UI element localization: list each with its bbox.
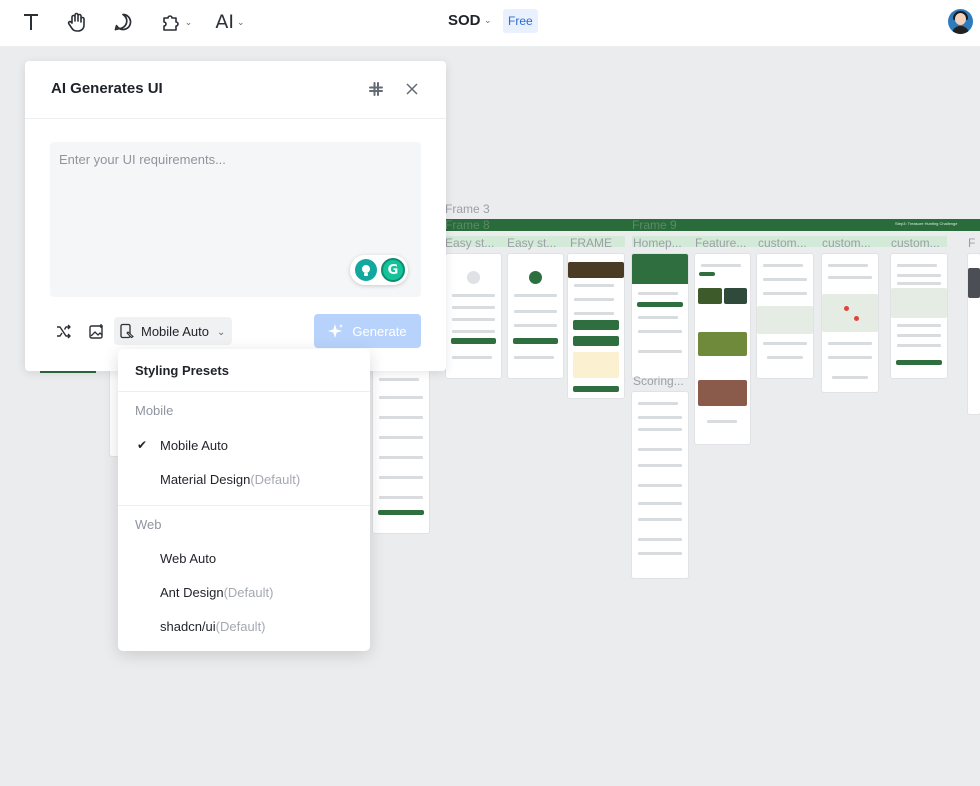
menu-item-label: Mobile Auto <box>160 437 228 453</box>
frame-thumbnail[interactable] <box>632 254 688 378</box>
frame-thumbnail[interactable] <box>822 254 878 392</box>
menu-item-material-design[interactable]: Material Design (Default) <box>118 463 370 495</box>
frame-label[interactable]: Easy st... <box>445 236 494 250</box>
menu-group-web: Web <box>135 517 162 532</box>
slack-button[interactable] <box>366 79 386 99</box>
frame-label[interactable]: custom... <box>822 236 871 250</box>
menu-item-label: shadcn/ui <box>160 618 216 634</box>
menu-item-suffix: (Default) <box>223 584 274 600</box>
frame-label[interactable]: Scoring... <box>633 374 684 388</box>
plan-badge[interactable]: Free <box>503 9 538 33</box>
panel-divider <box>25 118 446 119</box>
device-style-icon <box>120 323 134 339</box>
sparkle-icon <box>328 323 344 339</box>
shuffle-button[interactable] <box>52 320 74 342</box>
frame-label[interactable]: Homep... <box>633 236 682 250</box>
frame-label[interactable]: Frame 9 <box>632 218 677 232</box>
text-icon <box>24 14 38 30</box>
menu-item-label: Ant Design <box>160 584 224 600</box>
comment-tool-button[interactable] <box>110 8 136 36</box>
writing-assistant-badge[interactable]: G <box>350 255 408 285</box>
ai-generate-panel: AI Generates UI G <box>25 61 446 371</box>
menu-item-label: Web Auto <box>160 550 217 566</box>
frame-thumbnail[interactable] <box>695 254 750 444</box>
menu-item-shadcn-ui[interactable]: shadcn/ui (Default) <box>118 610 370 642</box>
frame-label[interactable]: Easy st... <box>507 236 556 250</box>
document-name[interactable]: SOD <box>448 12 481 29</box>
ai-menu-label: AI <box>215 11 235 33</box>
menu-divider <box>118 391 370 392</box>
ai-menu-button[interactable]: AI ⌄ <box>212 8 248 36</box>
generate-button[interactable]: Generate <box>314 314 421 348</box>
frame-thumbnail[interactable] <box>757 254 813 378</box>
menu-divider <box>118 505 370 506</box>
preset-select-label: Mobile Auto <box>141 323 209 339</box>
frame-label[interactable]: custom... <box>891 236 940 250</box>
close-icon <box>406 83 418 95</box>
panel-title: AI Generates UI <box>51 80 163 97</box>
frame-thumbnail[interactable] <box>508 254 563 378</box>
frame-label[interactable]: Frame 3 <box>445 202 490 216</box>
plugins-menu-button[interactable]: ⌄ <box>156 8 196 36</box>
comment-icon <box>114 13 132 31</box>
frame-thumbnail[interactable] <box>632 392 688 578</box>
chevron-down-icon: ⌄ <box>216 326 226 338</box>
text-tool-button[interactable] <box>18 8 44 36</box>
avatar-face <box>955 13 966 25</box>
menu-item-mobile-auto[interactable]: ✔ Mobile Auto <box>118 429 370 461</box>
top-toolbar: ⌄ AI ⌄ SOD ⌄ Free <box>0 0 980 46</box>
frame-thumbnail[interactable] <box>446 254 501 378</box>
checkmark-icon: ✔ <box>137 438 148 452</box>
chevron-down-icon[interactable]: ⌄ <box>484 15 492 26</box>
menu-item-suffix: (Default) <box>215 618 266 634</box>
slack-icon <box>369 82 383 96</box>
chevron-down-icon: ⌄ <box>184 16 193 27</box>
frame-label[interactable]: Feature... <box>695 236 746 250</box>
frame-thumbnail[interactable] <box>568 254 624 398</box>
menu-group-mobile: Mobile <box>135 403 174 418</box>
lightbulb-icon[interactable] <box>355 259 377 281</box>
image-upload-button[interactable] <box>85 320 107 342</box>
frame-label[interactable]: F <box>968 236 975 250</box>
menu-item-ant-design[interactable]: Ant Design (Default) <box>118 576 370 608</box>
frame-label[interactable]: custom... <box>758 236 807 250</box>
menu-title: Styling Presets <box>135 363 229 378</box>
menu-item-suffix: (Default) <box>250 471 301 487</box>
frame-thumbnail[interactable] <box>968 254 980 414</box>
banner-text: Step3: Treasure Hunting Challenge <box>895 221 958 226</box>
menu-item-label: Material Design <box>160 471 251 487</box>
styling-preset-select[interactable]: Mobile Auto ⌄ <box>114 317 232 345</box>
generate-button-label: Generate <box>352 323 407 339</box>
avatar-body <box>952 26 969 34</box>
styling-presets-menu: Styling Presets Mobile ✔ Mobile Auto Mat… <box>118 349 370 651</box>
frame-thumbnail[interactable] <box>891 254 947 378</box>
grammarly-icon[interactable]: G <box>381 258 405 282</box>
frame-thumbnail[interactable] <box>373 366 429 533</box>
avatar[interactable] <box>948 9 973 34</box>
close-button[interactable] <box>402 79 422 99</box>
hand-icon <box>67 12 85 32</box>
chevron-down-icon: ⌄ <box>237 16 245 27</box>
menu-item-web-auto[interactable]: Web Auto <box>118 542 370 574</box>
shuffle-icon <box>56 324 71 338</box>
frame-label[interactable]: Frame 8 <box>445 218 490 232</box>
hand-tool-button[interactable] <box>64 8 90 36</box>
frame-label[interactable]: FRAME <box>570 236 612 250</box>
image-add-icon <box>88 323 103 339</box>
puzzle-icon <box>162 15 179 31</box>
